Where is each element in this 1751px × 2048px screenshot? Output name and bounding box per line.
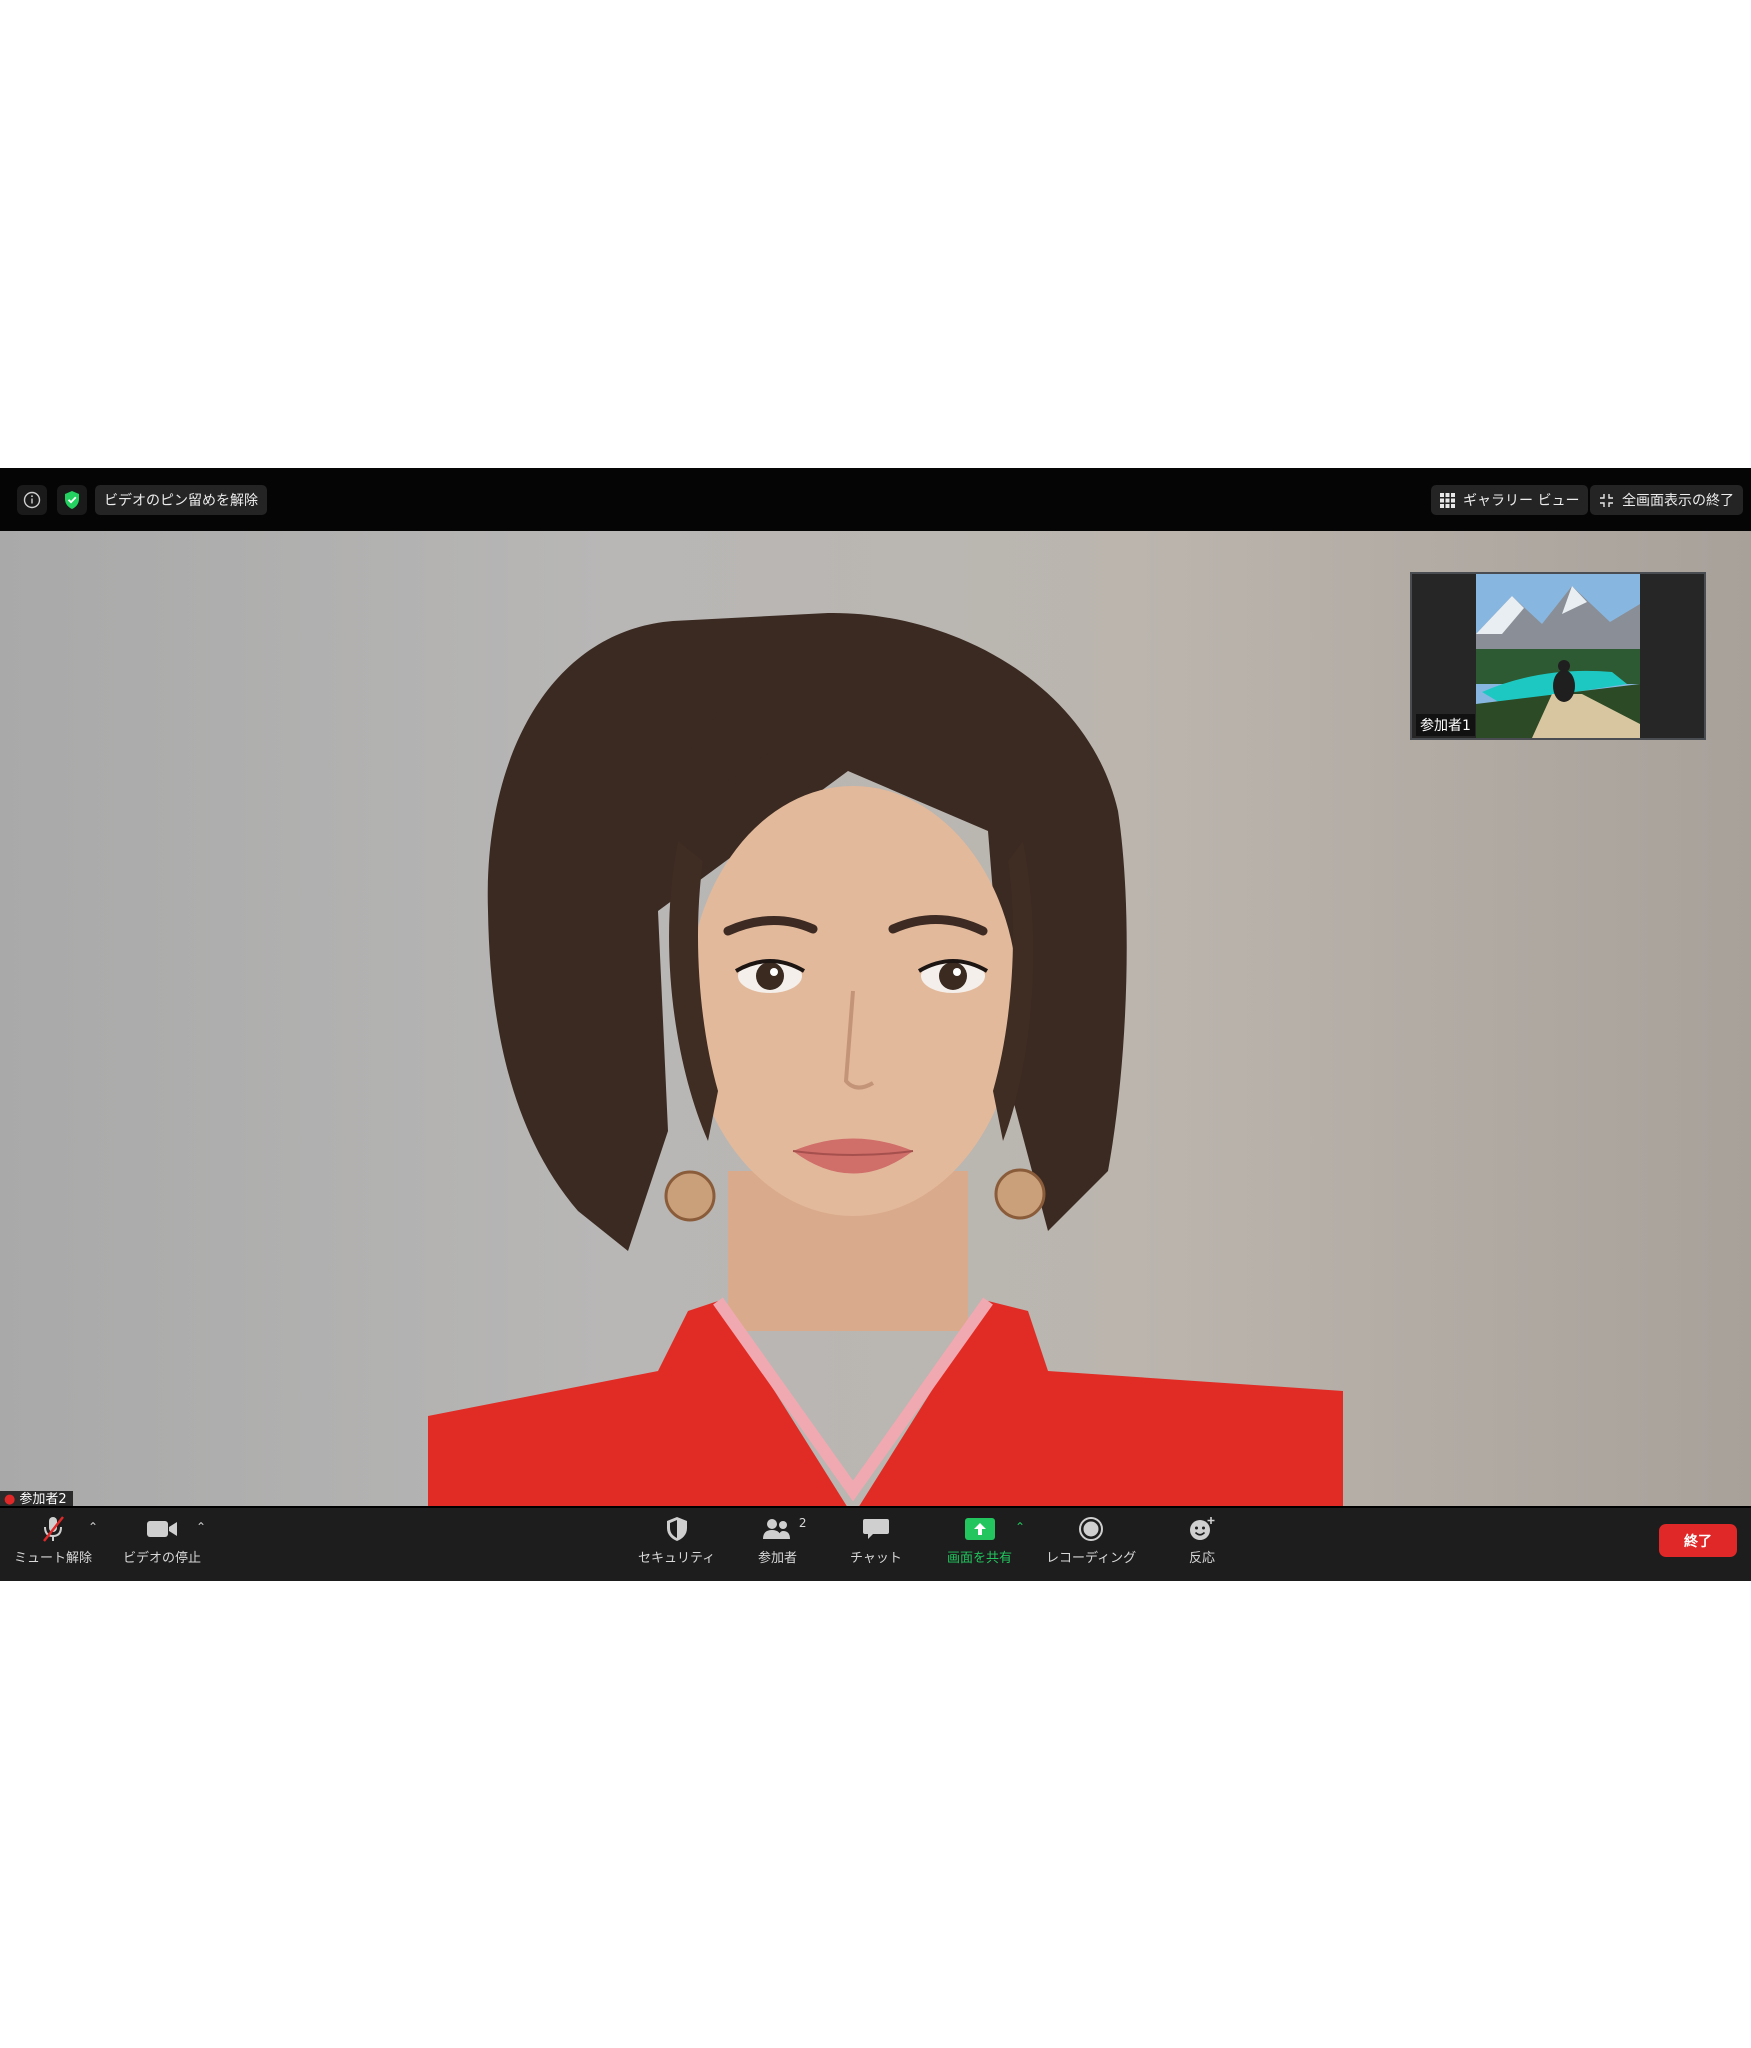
participants-button[interactable]: 2 参加者 [758,1514,807,1566]
shield-check-icon [65,491,79,509]
emoji-plus-icon [1190,1517,1215,1540]
share-screen-label: 画面を共有 [947,1551,1013,1566]
record-icon [1079,1517,1104,1541]
security-label: セキュリティ [638,1551,716,1566]
meeting-toolbar: ミュート解除 ⌃ ビデオの停止 ⌃ セキュリティ 2 参加者 チャット 画面を共… [0,1508,1751,1581]
muted-mic-icon: ● [4,1492,16,1506]
encryption-status-button[interactable] [57,485,87,515]
exit-fullscreen-label: 全画面表示の終了 [1622,493,1734,509]
end-meeting-button[interactable]: 終了 [1659,1524,1737,1557]
share-screen-button[interactable]: 画面を共有 [947,1514,1012,1566]
info-icon [23,491,41,509]
unpin-video-label: ビデオのピン留めを解除 [104,493,258,509]
gallery-view-label: ギャラリー ビュー [1463,493,1580,509]
security-shield-icon [666,1517,687,1541]
self-name-tag: ● 参加者2 [0,1491,73,1506]
audio-options-caret[interactable]: ⌃ [88,1520,98,1534]
exit-fullscreen-icon [1600,493,1613,507]
speaker-portrait [428,612,1343,1506]
security-button[interactable]: セキュリティ [638,1514,715,1566]
unmute-label: ミュート解除 [14,1551,93,1566]
reactions-label: 反応 [1188,1551,1215,1566]
stop-video-label: ビデオの停止 [123,1551,202,1566]
recording-label: レコーディング [1046,1551,1137,1566]
active-speaker-video: 参加者1 ● 参加者2 [0,531,1751,1506]
top-bar: ビデオのピン留めを解除 ギャラリー ビュー 全画面表示の終了 [0,468,1751,531]
participants-count: 2 [798,1516,807,1530]
exit-fullscreen-button[interactable]: 全画面表示の終了 [1590,485,1743,515]
recording-button[interactable]: レコーディング [1046,1514,1136,1566]
end-meeting-label: 終了 [1684,1533,1712,1550]
thumbnail-name-label: 参加者1 [1416,714,1475,736]
unpin-video-button[interactable]: ビデオのピン留めを解除 [95,485,267,515]
gallery-view-button[interactable]: ギャラリー ビュー [1431,485,1589,515]
share-screen-icon [964,1518,995,1540]
video-camera-icon [147,1521,177,1537]
chat-bubble-icon [862,1519,889,1539]
grid-icon [1440,492,1455,508]
reactions-button[interactable]: 反応 [1187,1514,1217,1566]
stop-video-button[interactable]: ビデオの停止 [123,1514,201,1566]
chat-button[interactable]: チャット [850,1514,902,1566]
mic-off-icon [43,1516,64,1542]
video-options-caret[interactable]: ⌃ [196,1520,206,1534]
meeting-info-button[interactable] [17,485,47,515]
unmute-button[interactable]: ミュート解除 [14,1514,92,1566]
zoom-window: ビデオのピン留めを解除 ギャラリー ビュー 全画面表示の終了 参加者1 ● 参加… [0,468,1751,1581]
share-options-caret[interactable]: ⌃ [1015,1520,1025,1534]
self-name-label: 参加者2 [19,1492,67,1506]
participant-thumbnail[interactable]: 参加者1 [1410,572,1706,740]
chat-label: チャット [850,1551,902,1566]
participants-label: 参加者 [758,1551,798,1566]
participants-icon [762,1519,790,1539]
